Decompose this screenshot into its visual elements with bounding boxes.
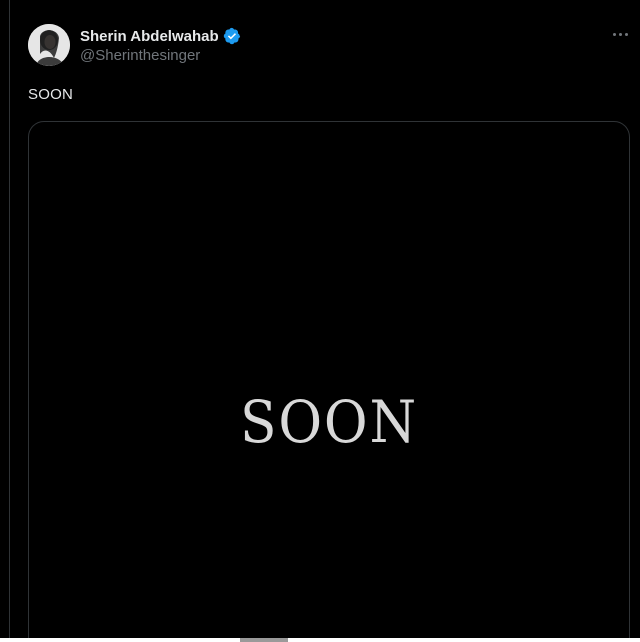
divider bbox=[9, 0, 10, 642]
tweet-view: Sherin Abdelwahab @Sherinthesinger SOON … bbox=[0, 0, 640, 642]
author-display-name[interactable]: Sherin Abdelwahab bbox=[80, 28, 219, 45]
author-handle[interactable]: @Sherinthesinger bbox=[80, 47, 241, 64]
more-horizontal-icon[interactable] bbox=[610, 27, 630, 41]
dot bbox=[618, 32, 622, 36]
media-image[interactable]: SOON bbox=[28, 121, 630, 642]
verified-badge-icon[interactable] bbox=[223, 27, 241, 45]
dot bbox=[612, 32, 616, 36]
dot bbox=[624, 32, 628, 36]
avatar-image bbox=[28, 24, 70, 66]
tweet-text: SOON bbox=[28, 86, 73, 103]
scroll-thumb[interactable] bbox=[240, 638, 288, 642]
tweet-author: Sherin Abdelwahab @Sherinthesinger bbox=[80, 26, 241, 64]
author-name-row: Sherin Abdelwahab bbox=[80, 26, 241, 46]
horizontal-scrollbar[interactable] bbox=[0, 638, 640, 642]
media-caption-text: SOON bbox=[239, 388, 419, 456]
avatar[interactable] bbox=[28, 24, 70, 66]
